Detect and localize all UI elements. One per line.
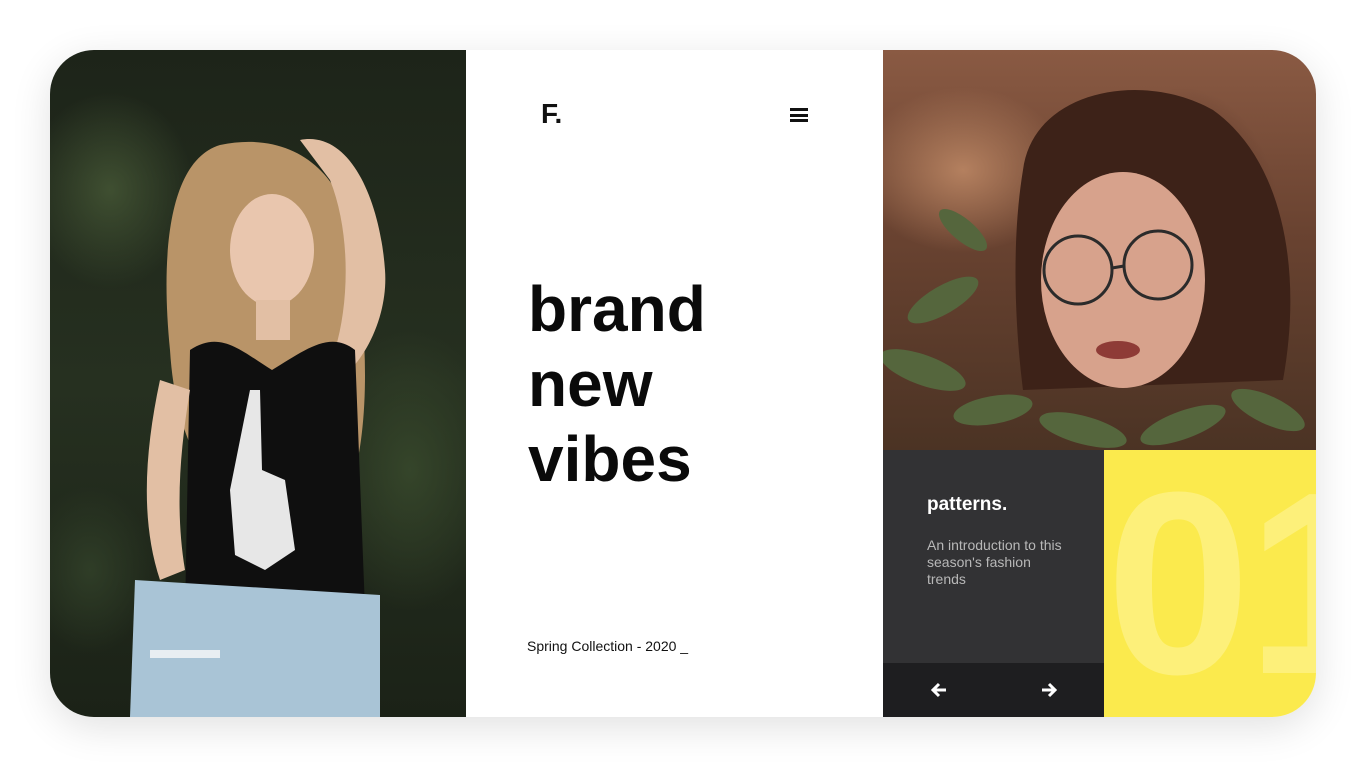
headline-line-3: vibes — [528, 423, 692, 495]
hero-content: F. brand new vibes Spring Collection - 2… — [466, 50, 883, 717]
next-slide-button[interactable] — [1036, 677, 1062, 703]
slide-number-panel: 01 — [1104, 450, 1316, 717]
headline-line-2: new — [528, 348, 653, 420]
hero-card: F. brand new vibes Spring Collection - 2… — [50, 50, 1316, 717]
menu-icon-bar-bottom — [790, 119, 808, 122]
menu-icon-bar-top — [790, 108, 808, 111]
hamburger-menu-icon[interactable] — [790, 108, 808, 122]
model-photo-right-illustration — [883, 90, 1305, 448]
headline-line-1: brand — [528, 273, 706, 345]
model-photo-right — [883, 50, 1316, 450]
feature-description: An introduction to this season's fashion… — [927, 537, 1062, 587]
model-photo-left — [50, 50, 466, 717]
feature-title: patterns. — [927, 494, 1008, 515]
previous-slide-button[interactable] — [926, 677, 952, 703]
model-photo-left-illustration — [130, 139, 386, 717]
slide-navigation — [883, 663, 1104, 717]
brand-logo[interactable]: F. — [541, 98, 562, 130]
collection-caption: Spring Collection - 2020 _ — [527, 638, 689, 654]
slide-number: 01 — [1106, 450, 1316, 717]
arrow-right-icon — [1042, 682, 1057, 698]
hero-headline: brand new vibes — [528, 272, 706, 497]
feature-info-panel: patterns. An introduction to this season… — [883, 450, 1104, 663]
menu-icon-bar-middle — [790, 113, 808, 117]
arrow-left-icon — [931, 682, 946, 698]
